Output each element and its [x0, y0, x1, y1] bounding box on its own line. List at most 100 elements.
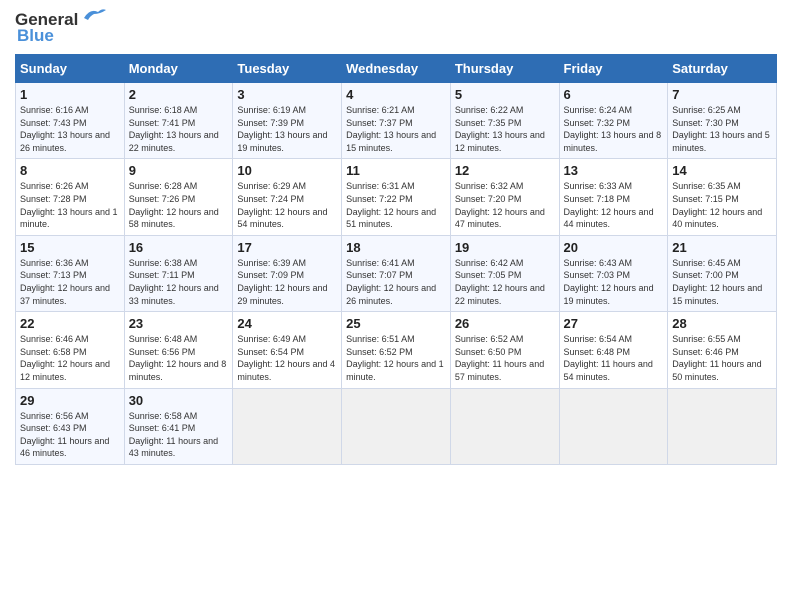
day-number: 15	[20, 240, 120, 255]
day-number: 4	[346, 87, 446, 102]
calendar-week-5: 29 Sunrise: 6:56 AMSunset: 6:43 PMDayligh…	[16, 388, 777, 464]
day-info: Sunrise: 6:21 AMSunset: 7:37 PMDaylight:…	[346, 105, 436, 153]
day-info: Sunrise: 6:35 AMSunset: 7:15 PMDaylight:…	[672, 181, 762, 229]
day-number: 27	[564, 316, 664, 331]
calendar-cell: 9 Sunrise: 6:28 AMSunset: 7:26 PMDaylight…	[124, 159, 233, 235]
calendar-cell: 1 Sunrise: 6:16 AMSunset: 7:43 PMDaylight…	[16, 83, 125, 159]
calendar-cell: 5Sunrise: 6:22 AMSunset: 7:35 PMDaylight…	[450, 83, 559, 159]
header-wednesday: Wednesday	[342, 55, 451, 83]
day-info: Sunrise: 6:54 AMSunset: 6:48 PMDaylight:…	[564, 334, 653, 382]
day-info: Sunrise: 6:45 AMSunset: 7:00 PMDaylight:…	[672, 258, 762, 306]
day-number: 20	[564, 240, 664, 255]
calendar-week-3: 15 Sunrise: 6:36 AMSunset: 7:13 PMDayligh…	[16, 235, 777, 311]
calendar-cell: 17 Sunrise: 6:39 AMSunset: 7:09 PMDayligh…	[233, 235, 342, 311]
calendar-cell: 23 Sunrise: 6:48 AMSunset: 6:56 PMDayligh…	[124, 312, 233, 388]
header-tuesday: Tuesday	[233, 55, 342, 83]
day-number: 6	[564, 87, 664, 102]
day-info: Sunrise: 6:24 AMSunset: 7:32 PMDaylight:…	[564, 105, 662, 153]
day-number: 21	[672, 240, 772, 255]
day-number: 30	[129, 393, 229, 408]
day-number: 25	[346, 316, 446, 331]
calendar-cell: 4 Sunrise: 6:21 AMSunset: 7:37 PMDaylight…	[342, 83, 451, 159]
logo: General Blue	[15, 10, 108, 46]
day-info: Sunrise: 6:48 AMSunset: 6:56 PMDaylight:…	[129, 334, 227, 382]
calendar-cell: 27 Sunrise: 6:54 AMSunset: 6:48 PMDayligh…	[559, 312, 668, 388]
calendar-cell: 18Sunrise: 6:41 AMSunset: 7:07 PMDayligh…	[342, 235, 451, 311]
day-info: Sunrise: 6:29 AMSunset: 7:24 PMDaylight:…	[237, 181, 327, 229]
day-number: 7	[672, 87, 772, 102]
calendar-cell: 29 Sunrise: 6:56 AMSunset: 6:43 PMDayligh…	[16, 388, 125, 464]
calendar-cell: 28 Sunrise: 6:55 AMSunset: 6:46 PMDayligh…	[668, 312, 777, 388]
day-info: Sunrise: 6:36 AMSunset: 7:13 PMDaylight:…	[20, 258, 110, 306]
day-number: 14	[672, 163, 772, 178]
day-number: 1	[20, 87, 120, 102]
day-info: Sunrise: 6:19 AMSunset: 7:39 PMDaylight:…	[237, 105, 327, 153]
day-info: Sunrise: 6:52 AMSunset: 6:50 PMDaylight:…	[455, 334, 544, 382]
day-number: 23	[129, 316, 229, 331]
calendar-week-2: 8 Sunrise: 6:26 AMSunset: 7:28 PMDaylight…	[16, 159, 777, 235]
calendar-cell: 26 Sunrise: 6:52 AMSunset: 6:50 PMDayligh…	[450, 312, 559, 388]
day-info: Sunrise: 6:49 AMSunset: 6:54 PMDaylight:…	[237, 334, 335, 382]
day-number: 17	[237, 240, 337, 255]
header-sunday: Sunday	[16, 55, 125, 83]
calendar-cell: 20 Sunrise: 6:43 AMSunset: 7:03 PMDayligh…	[559, 235, 668, 311]
calendar-cell: 21 Sunrise: 6:45 AMSunset: 7:00 PMDayligh…	[668, 235, 777, 311]
day-info: Sunrise: 6:33 AMSunset: 7:18 PMDaylight:…	[564, 181, 654, 229]
calendar-cell	[233, 388, 342, 464]
calendar-cell: 15 Sunrise: 6:36 AMSunset: 7:13 PMDayligh…	[16, 235, 125, 311]
day-info: Sunrise: 6:58 AMSunset: 6:41 PMDaylight:…	[129, 411, 218, 459]
day-info: Sunrise: 6:25 AMSunset: 7:30 PMDaylight:…	[672, 105, 770, 153]
calendar-cell: 16 Sunrise: 6:38 AMSunset: 7:11 PMDayligh…	[124, 235, 233, 311]
header-monday: Monday	[124, 55, 233, 83]
day-info: Sunrise: 6:28 AMSunset: 7:26 PMDaylight:…	[129, 181, 219, 229]
day-info: Sunrise: 6:42 AMSunset: 7:05 PMDaylight:…	[455, 258, 545, 306]
day-info: Sunrise: 6:26 AMSunset: 7:28 PMDaylight:…	[20, 181, 118, 229]
calendar-cell: 10 Sunrise: 6:29 AMSunset: 7:24 PMDayligh…	[233, 159, 342, 235]
calendar-cell: 13 Sunrise: 6:33 AMSunset: 7:18 PMDayligh…	[559, 159, 668, 235]
header-saturday: Saturday	[668, 55, 777, 83]
day-info: Sunrise: 6:16 AMSunset: 7:43 PMDaylight:…	[20, 105, 110, 153]
day-number: 18	[346, 240, 446, 255]
calendar-cell: 24Sunrise: 6:49 AMSunset: 6:54 PMDayligh…	[233, 312, 342, 388]
calendar-cell: 30 Sunrise: 6:58 AMSunset: 6:41 PMDayligh…	[124, 388, 233, 464]
calendar-cell: 6 Sunrise: 6:24 AMSunset: 7:32 PMDaylight…	[559, 83, 668, 159]
day-number: 29	[20, 393, 120, 408]
calendar-cell	[668, 388, 777, 464]
calendar-header-row: SundayMondayTuesdayWednesdayThursdayFrid…	[16, 55, 777, 83]
calendar-week-1: 1 Sunrise: 6:16 AMSunset: 7:43 PMDaylight…	[16, 83, 777, 159]
day-number: 28	[672, 316, 772, 331]
day-info: Sunrise: 6:31 AMSunset: 7:22 PMDaylight:…	[346, 181, 436, 229]
header-thursday: Thursday	[450, 55, 559, 83]
day-number: 19	[455, 240, 555, 255]
day-info: Sunrise: 6:39 AMSunset: 7:09 PMDaylight:…	[237, 258, 327, 306]
day-info: Sunrise: 6:46 AMSunset: 6:58 PMDaylight:…	[20, 334, 110, 382]
day-info: Sunrise: 6:38 AMSunset: 7:11 PMDaylight:…	[129, 258, 219, 306]
day-info: Sunrise: 6:56 AMSunset: 6:43 PMDaylight:…	[20, 411, 109, 459]
day-info: Sunrise: 6:32 AMSunset: 7:20 PMDaylight:…	[455, 181, 545, 229]
day-info: Sunrise: 6:43 AMSunset: 7:03 PMDaylight:…	[564, 258, 654, 306]
day-number: 9	[129, 163, 229, 178]
day-number: 3	[237, 87, 337, 102]
day-number: 2	[129, 87, 229, 102]
day-info: Sunrise: 6:18 AMSunset: 7:41 PMDaylight:…	[129, 105, 219, 153]
calendar-cell: 22Sunrise: 6:46 AMSunset: 6:58 PMDayligh…	[16, 312, 125, 388]
day-number: 16	[129, 240, 229, 255]
day-number: 26	[455, 316, 555, 331]
calendar-week-4: 22Sunrise: 6:46 AMSunset: 6:58 PMDayligh…	[16, 312, 777, 388]
calendar-cell	[450, 388, 559, 464]
day-info: Sunrise: 6:51 AMSunset: 6:52 PMDaylight:…	[346, 334, 444, 382]
day-number: 5	[455, 87, 555, 102]
day-number: 11	[346, 163, 446, 178]
day-number: 13	[564, 163, 664, 178]
day-number: 8	[20, 163, 120, 178]
calendar-cell: 12Sunrise: 6:32 AMSunset: 7:20 PMDayligh…	[450, 159, 559, 235]
day-number: 10	[237, 163, 337, 178]
logo-blue: Blue	[17, 26, 54, 46]
calendar-cell: 11 Sunrise: 6:31 AMSunset: 7:22 PMDayligh…	[342, 159, 451, 235]
calendar-cell	[342, 388, 451, 464]
header-friday: Friday	[559, 55, 668, 83]
calendar-cell: 25 Sunrise: 6:51 AMSunset: 6:52 PMDayligh…	[342, 312, 451, 388]
calendar-cell: 8 Sunrise: 6:26 AMSunset: 7:28 PMDaylight…	[16, 159, 125, 235]
calendar-cell: 3 Sunrise: 6:19 AMSunset: 7:39 PMDaylight…	[233, 83, 342, 159]
day-info: Sunrise: 6:55 AMSunset: 6:46 PMDaylight:…	[672, 334, 761, 382]
